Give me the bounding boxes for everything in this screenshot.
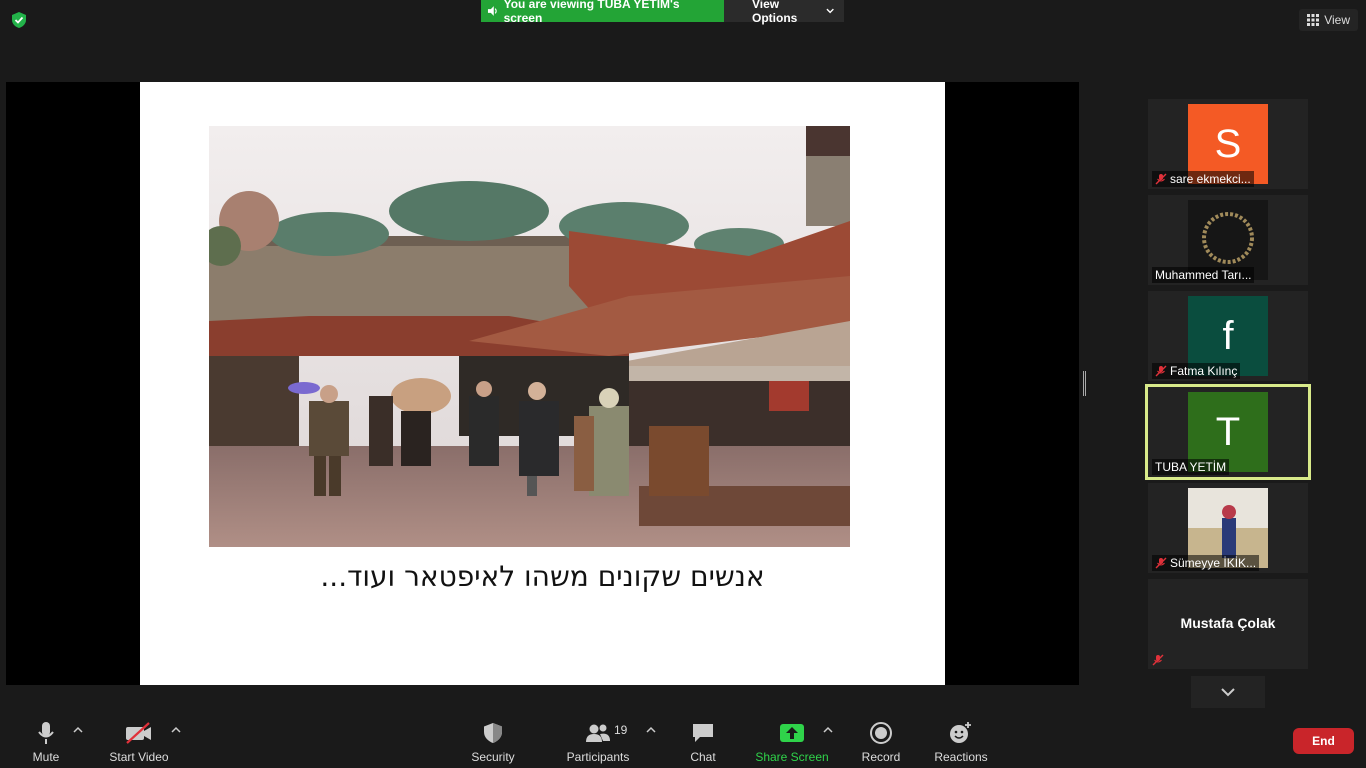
record-icon [870,722,892,744]
shared-screen[interactable]: אנשים שקונים משהו לאיפטאר ועוד... [6,82,1079,685]
participant-name-tag: Muhammed Tarı... [1152,267,1255,283]
view-options-button[interactable]: View Options [724,0,844,25]
participant-tile[interactable]: S sare ekmekci... [1148,99,1308,189]
mic-muted-icon [1155,365,1167,377]
zoom-meeting-window: You are viewing TUBA YETİM's screen View… [0,0,1366,768]
bazaar-photo [209,126,850,547]
avatar-initial: f [1222,313,1234,358]
gallery-next-page-button[interactable] [1191,676,1265,708]
panel-resize-handle[interactable] [1083,371,1086,396]
reactions-button[interactable]: Reactions [934,720,988,764]
chat-bubble-icon [693,724,713,742]
security-button[interactable]: Security [470,720,516,764]
participant-tile[interactable]: Sümeyye İKİK... [1148,483,1308,573]
viewing-banner: You are viewing TUBA YETİM's screen View… [481,0,844,25]
viewing-status: You are viewing TUBA YETİM's screen [481,0,724,25]
mic-muted-icon [1152,654,1164,666]
participant-tile[interactable]: Muhammed Tarı... [1148,195,1308,285]
end-meeting-button[interactable]: End [1293,728,1354,754]
start-video-button[interactable]: Start Video [108,720,170,764]
participants-options-caret-icon[interactable] [646,726,656,734]
participant-name: sare ekmekci... [1170,172,1251,186]
speaker-icon [487,6,497,16]
participant-name: Sümeyye İKİK... [1170,556,1257,570]
chevron-down-icon [826,8,834,14]
view-label: View [1324,13,1350,27]
participant-name: Fatma Kılınç [1170,364,1238,378]
presentation-slide: אנשים שקונים משהו לאיפטאר ועוד... [140,82,945,685]
participant-name-tag: sare ekmekci... [1152,171,1254,187]
chevron-down-icon [1221,688,1235,697]
participant-name: Muhammed Tarı... [1155,268,1252,282]
avatar-initial: T [1215,409,1241,454]
grid-icon [1307,14,1320,26]
start-video-label: Start Video [109,750,169,764]
chat-button[interactable]: Chat [688,720,718,764]
participant-tile[interactable]: Mustafa Çolak [1148,579,1308,669]
share-screen-label: Share Screen [755,750,829,764]
share-options-caret-icon[interactable] [823,726,833,734]
record-label: Record [861,750,901,764]
view-layout-button[interactable]: View [1299,9,1358,31]
view-options-label: View Options [752,0,798,25]
avatar-initial: S [1214,121,1242,166]
mute-options-caret-icon[interactable] [73,726,83,734]
shield-icon[interactable] [10,11,28,29]
microphone-icon [38,722,54,744]
participant-tile[interactable]: f Fatma Kılınç [1148,291,1308,381]
mic-muted-icon [1155,557,1167,569]
record-button[interactable]: Record [861,720,901,764]
mic-muted-icon [1155,173,1167,185]
mute-button[interactable]: Mute [30,720,62,764]
participant-name-tag: Sümeyye İKİK... [1152,555,1260,571]
slide-caption: אנשים שקונים משהו לאיפטאר ועוד... [320,560,765,593]
reactions-label: Reactions [934,750,988,764]
emoji-reaction-icon [950,722,971,743]
security-label: Security [471,750,515,764]
participant-name: TUBA YETİM [1155,460,1227,474]
share-screen-arrow-icon [780,724,804,742]
video-options-caret-icon[interactable] [171,726,181,734]
share-screen-button[interactable]: Share Screen [755,720,829,764]
participant-tile-active-speaker[interactable]: T TUBA YETİM [1145,384,1311,480]
participants-count: 19 [614,723,628,737]
chat-label: Chat [690,750,716,764]
participant-name: Mustafa Çolak [1180,615,1276,631]
viewing-text: You are viewing TUBA YETİM's screen [503,0,680,25]
video-off-icon [126,722,151,744]
participant-name-tag: TUBA YETİM [1152,459,1230,475]
participants-icon [586,724,610,742]
mute-label: Mute [32,750,60,764]
security-shield-icon [484,723,502,743]
participant-name-tag: Fatma Kılınç [1152,363,1241,379]
participants-label: Participants [566,750,630,764]
